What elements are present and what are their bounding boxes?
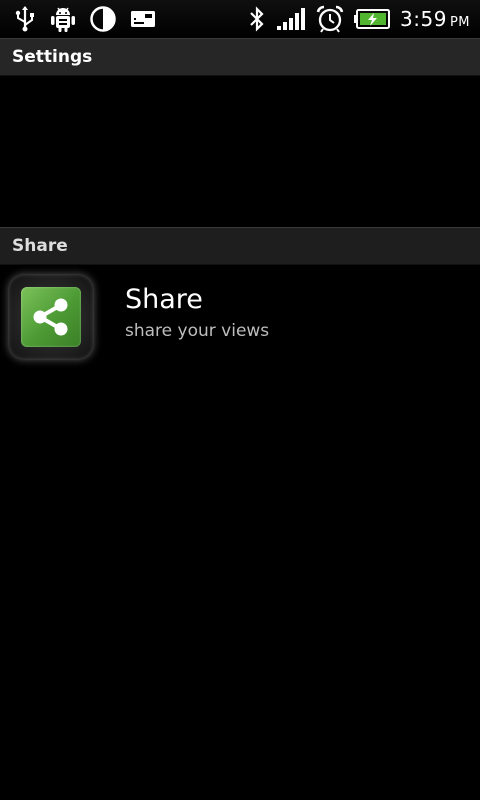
share-app-icon-frame xyxy=(8,274,94,360)
signal-icon xyxy=(277,8,306,30)
share-list-item[interactable]: Share share your views xyxy=(0,266,480,360)
share-item-text: Share share your views xyxy=(125,284,269,341)
clock: 3:59 PM xyxy=(400,7,470,31)
sd-card-icon xyxy=(131,11,155,27)
usb-icon xyxy=(15,6,34,32)
battery-charging-icon xyxy=(354,9,391,29)
settings-header-title: Settings xyxy=(12,47,93,67)
status-left-icons xyxy=(14,5,170,33)
android-debug-icon xyxy=(51,7,75,32)
share-icon xyxy=(33,298,68,336)
clock-time: 3:59 xyxy=(400,7,447,31)
clock-ampm: PM xyxy=(449,15,470,30)
share-app-icon xyxy=(21,287,81,347)
status-right-icons: 3:59 PM xyxy=(238,5,470,33)
share-item-subtitle: share your views xyxy=(125,321,270,341)
brightness-icon xyxy=(90,6,116,32)
bluetooth-icon xyxy=(250,6,264,32)
alarm-icon xyxy=(316,5,344,33)
share-item-title: Share xyxy=(125,284,203,315)
share-section-title: Share xyxy=(12,236,68,256)
share-section-header: Share xyxy=(0,227,480,265)
status-bar: 3:59 PM xyxy=(0,0,480,38)
settings-header: Settings xyxy=(0,38,480,76)
